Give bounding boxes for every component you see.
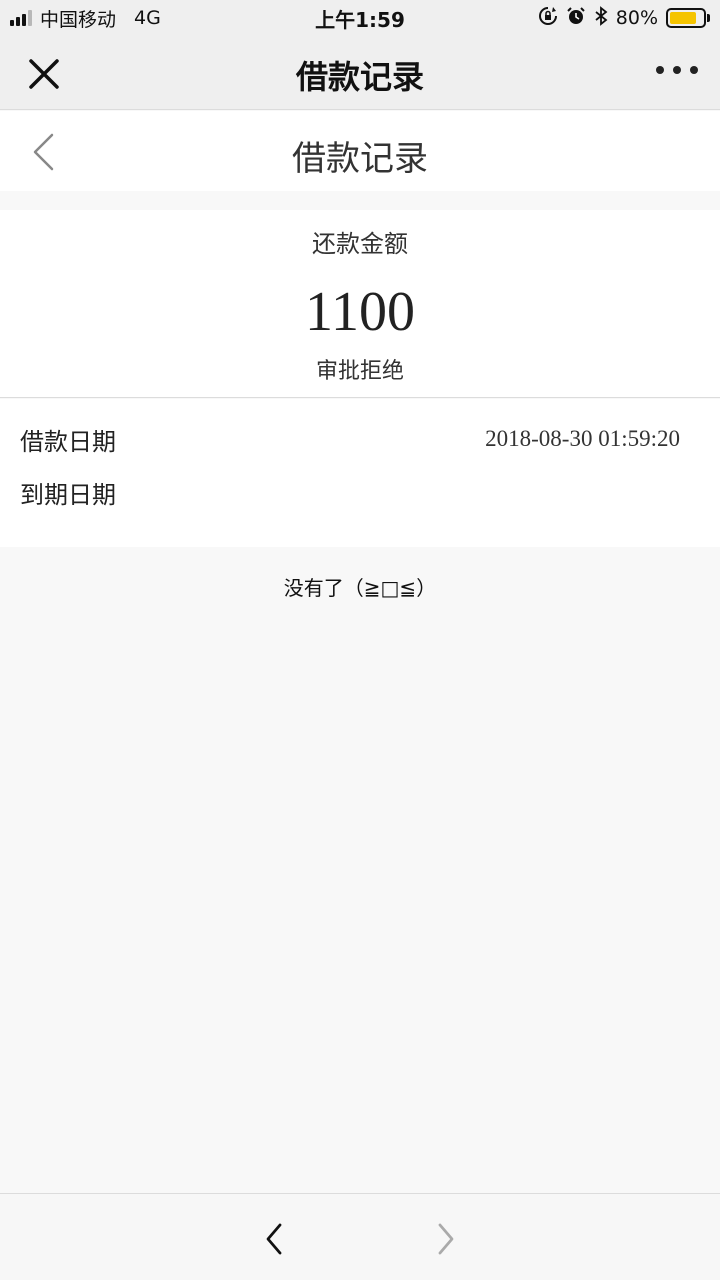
battery-percent: 80% <box>615 7 658 29</box>
network-type: 4G <box>134 7 161 29</box>
status-left: 中国移动 4G <box>10 5 161 32</box>
status-bar: 中国移动 4G 上午1:59 80% <box>0 0 720 36</box>
repayment-amount-label: 还款金额 <box>312 230 408 258</box>
wechat-nav-bar: 借款记录 <box>0 36 720 110</box>
close-icon[interactable] <box>24 50 64 96</box>
wechat-nav-title: 借款记录 <box>295 58 424 96</box>
end-of-list-text: 没有了（≧□≦） <box>283 576 437 600</box>
repayment-amount: 1100 <box>305 281 415 343</box>
page-title: 借款记录 <box>292 139 428 179</box>
detail-row-due-date: 到期日期 <box>20 472 680 512</box>
detail-row-loan-date: 借款日期 2018-08-30 01:59:20 <box>20 419 680 459</box>
bluetooth-icon <box>594 5 608 31</box>
page-header: 借款记录 <box>0 111 720 191</box>
loan-details: 借款日期 2018-08-30 01:59:20 到期日期 <box>0 399 720 547</box>
repayment-summary: 还款金额 1100 审批拒绝 <box>0 210 720 398</box>
chevron-right-icon[interactable] <box>430 1220 460 1258</box>
carrier-name: 中国移动 <box>40 8 117 31</box>
more-icon[interactable] <box>656 66 698 74</box>
battery-fill <box>670 12 696 24</box>
signal-icon <box>10 10 32 26</box>
status-badge: 审批拒绝 <box>315 359 404 384</box>
chevron-left-icon[interactable] <box>260 1220 290 1258</box>
battery-icon <box>666 8 710 28</box>
chevron-left-icon[interactable] <box>26 129 62 175</box>
bottom-nav-bar <box>0 1193 720 1280</box>
due-date-label: 到期日期 <box>20 480 116 509</box>
rotation-lock-icon <box>538 6 558 31</box>
status-right: 80% <box>538 5 710 31</box>
loan-date-label: 借款日期 <box>20 427 116 456</box>
loan-date-value: 2018-08-30 01:59:20 <box>485 426 680 451</box>
alarm-icon <box>566 6 586 31</box>
